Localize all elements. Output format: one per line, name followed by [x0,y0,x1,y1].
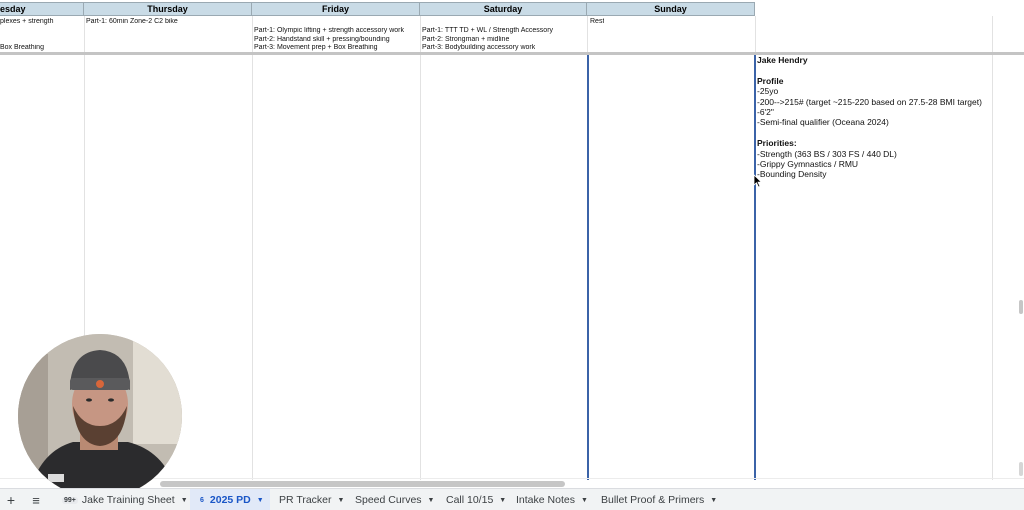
caret-down-icon[interactable]: ▼ [181,497,188,504]
tab-badge: 99+ [62,496,78,504]
tab-label: Call 10/15 [446,494,494,506]
caret-down-icon[interactable]: ▼ [257,497,264,504]
tab-call-10-15[interactable]: Call 10/15 ▼ [446,489,506,510]
athlete-notes-cell[interactable]: Jake Hendry Profile -25yo -200-->215# (t… [757,55,997,180]
cell-thu-line1[interactable]: Part-1: 60min Zone-2 C2 bike [86,18,178,27]
tab-jake-training-sheet[interactable]: 99+ Jake Training Sheet ▼ [62,489,188,510]
horizontal-scrollbar[interactable] [160,481,565,487]
cell-sat-line3[interactable]: Part-3: Bodybuilding accessory work [422,44,535,53]
tab-label: Speed Curves [355,494,422,506]
cell-wed-line2[interactable]: Box Breathing [0,44,44,53]
profile-heading: Profile [757,75,784,86]
tab-label: Bullet Proof & Primers [601,494,705,506]
vertical-scrollbar-lower[interactable] [1019,462,1023,476]
athlete-name: Jake Hendry [757,55,808,65]
cell-wed-line1[interactable]: plexes + strength [0,18,54,27]
presenter-video-image [18,334,182,488]
cell-sun-line1[interactable]: Rest [590,18,604,27]
selection-border-left [587,54,589,480]
tab-2025-pd[interactable]: 6 2025 PD ▼ [190,489,270,510]
profile-qualifier: -Semi-final qualifier (Oceana 2024) [757,117,889,128]
cell-sat-line1[interactable]: Part-1: TTT TD + WL / Strength Accessory [422,27,553,36]
grid-line [0,478,1024,479]
tab-label: Intake Notes [516,494,575,506]
tab-speed-curves[interactable]: Speed Curves ▼ [355,489,434,510]
caret-down-icon[interactable]: ▼ [499,497,506,504]
grid-line [420,16,421,480]
all-sheets-icon[interactable]: ≡ [30,489,42,510]
cell-fri-line1[interactable]: Part-1: Olympic lifting + strength acces… [254,27,404,36]
priority-item: -Grippy Gymnastics / RMU [757,159,859,170]
profile-age: -25yo [757,86,779,97]
tab-pr-tracker[interactable]: PR Tracker ▼ [279,489,344,510]
grid-line [252,16,253,480]
webcam-overlay [18,334,182,488]
spreadsheet-grid[interactable]: esday Thursday Friday Saturday Sunday pl… [0,0,1024,488]
column-header-saturday[interactable]: Saturday [420,2,587,16]
tab-bullet-proof-primers[interactable]: Bullet Proof & Primers ▼ [601,489,717,510]
column-header-sunday[interactable]: Sunday [587,2,755,16]
plus-icon[interactable]: + [5,489,17,510]
tab-intake-notes[interactable]: Intake Notes ▼ [516,489,588,510]
grid-line [587,16,588,54]
caret-down-icon[interactable]: ▼ [428,497,435,504]
sheet-tab-bar: + ≡ 99+ Jake Training Sheet ▼ 6 2025 PD … [0,488,1024,510]
profile-height: -6'2" [757,107,774,118]
tab-label: 2025 PD [209,494,251,506]
cell-fri-line3[interactable]: Part-3: Movement prep + Box Breathing [254,44,378,53]
mouse-pointer-icon [753,174,763,188]
profile-weight: -200-->215# (target ~215-220 based on 27… [757,96,982,107]
priorities-heading: Priorities: [757,138,797,149]
caret-down-icon[interactable]: ▼ [710,497,717,504]
priority-item: -Strength (363 BS / 303 FS / 440 DL) [757,148,897,159]
caret-down-icon[interactable]: ▼ [338,497,345,504]
tab-badge: 6 [200,496,204,504]
cell-sat-line2[interactable]: Part-2: Strongman + midline [422,36,509,45]
caret-down-icon[interactable]: ▼ [581,497,588,504]
column-header-thursday[interactable]: Thursday [84,2,252,16]
vertical-scrollbar[interactable] [1019,300,1023,314]
priority-item: -Bounding Density [757,169,827,180]
column-header-wednesday[interactable]: esday [0,2,84,16]
column-header-friday[interactable]: Friday [252,2,420,16]
tab-label: Jake Training Sheet [81,494,175,506]
selection-border-right [754,54,756,480]
cell-fri-line2[interactable]: Part-2: Handstand skill + pressing/bound… [254,36,390,45]
grid-line [755,16,756,54]
tab-label: PR Tracker [279,494,332,506]
